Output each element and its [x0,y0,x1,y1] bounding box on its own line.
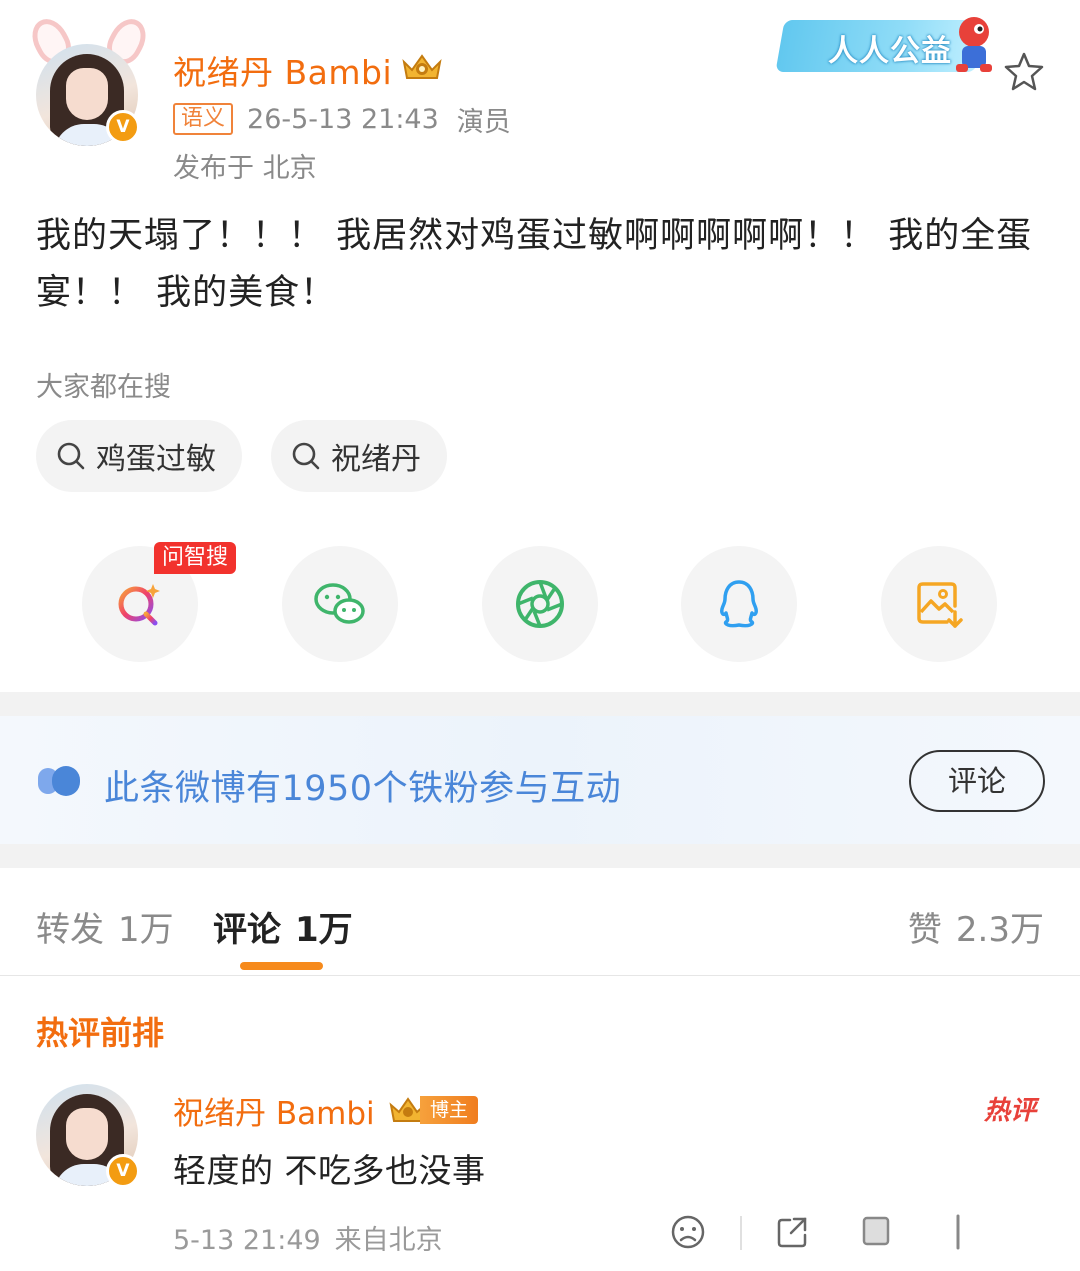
comment-meta: 5-13 21:49 来自北京 [173,1218,443,1257]
search-chip-label: 祝绪丹 [331,442,421,477]
search-icon [292,442,320,470]
charity-text: 人人公益 [828,34,952,69]
search-chip[interactable]: 祝绪丹 [271,420,447,492]
post-content: 我的天塌了！！！ 我居然对鸡蛋过敏啊啊啊啊啊！！ 我的全蛋宴！！ 我的美食！ [36,216,1033,313]
crown-icon [402,54,442,79]
action-divider [740,1216,742,1250]
interaction-tabs: 转发 1万 评论 1万 赞 2.3万 [0,868,1080,976]
moments-share-button[interactable] [482,546,598,662]
favorite-star-icon[interactable] [1003,50,1045,92]
verified-badge-icon: V [106,1154,140,1188]
author-name[interactable]: 祝绪丹 Bambi [173,46,392,94]
tab-comment[interactable]: 评论 1万 [213,902,353,951]
share-row: 问智搜 [0,542,1080,662]
wechat-icon [314,583,365,624]
emoji-icon[interactable] [668,1212,708,1252]
mascot-icon [956,17,992,72]
post-location: 发布于 北京 [173,153,317,184]
hot-comments-title: 热评前排 [36,1014,165,1052]
post-meta: 语义 26-5-13 21:43 演员 [173,101,511,138]
fans-interaction-text[interactable]: 此条微博有1950个铁粉参与互动 [104,760,621,811]
verified-badge-icon: V [106,110,140,144]
search-chip[interactable]: 鸡蛋过敏 [36,420,242,492]
tab-repost[interactable]: 转发 1万 [36,902,174,951]
save-image-icon [917,582,963,628]
comment-author-name[interactable]: 祝绪丹 Bambi [173,1088,375,1133]
charity-banner[interactable]: 人人公益 [775,12,1008,82]
reply-icon[interactable] [858,1212,898,1252]
tab-like[interactable]: 赞 2.3万 [908,902,1044,951]
search-chip-label: 鸡蛋过敏 [96,442,216,477]
qq-icon [720,580,758,628]
author-badge: 博主 [420,1096,478,1124]
semantic-tag[interactable]: 语义 [173,103,234,135]
hot-comment-badge: 热评 [984,1096,1037,1126]
qq-share-button[interactable] [681,546,797,662]
like-icon[interactable] [938,1212,978,1252]
wenzhisou-badge: 问智搜 [154,542,237,574]
save-image-button[interactable] [881,546,997,662]
section-divider [0,692,1080,716]
search-icon [57,442,85,470]
author-role: 演员 [456,106,511,138]
wechat-share-button[interactable] [282,546,398,662]
comment-text: 轻度的 不吃多也没事 [173,1151,486,1190]
trending-search-title: 大家都在搜 [36,372,171,403]
post-header: V 祝绪丹 Bambi 语义 26-5-13 21:43 演员 发布于 北京 人… [0,0,1080,190]
comment-avatar[interactable]: V [30,1084,146,1194]
fans-interaction-banner: 此条微博有1950个铁粉参与互动 评论 [0,716,1080,844]
active-tab-indicator [240,962,323,970]
moments-icon [516,580,564,628]
fans-icon [38,766,80,796]
post-time: 26-5-13 21:43 [247,103,439,135]
wenzhisou-icon [118,584,160,626]
comment-time: 5-13 21:49 [173,1225,321,1256]
author-avatar[interactable]: V [25,12,153,146]
section-divider [0,844,1080,868]
comment-button[interactable]: 评论 [909,750,1045,812]
comment-location: 来自北京 [334,1225,443,1256]
share-icon[interactable] [772,1212,812,1252]
